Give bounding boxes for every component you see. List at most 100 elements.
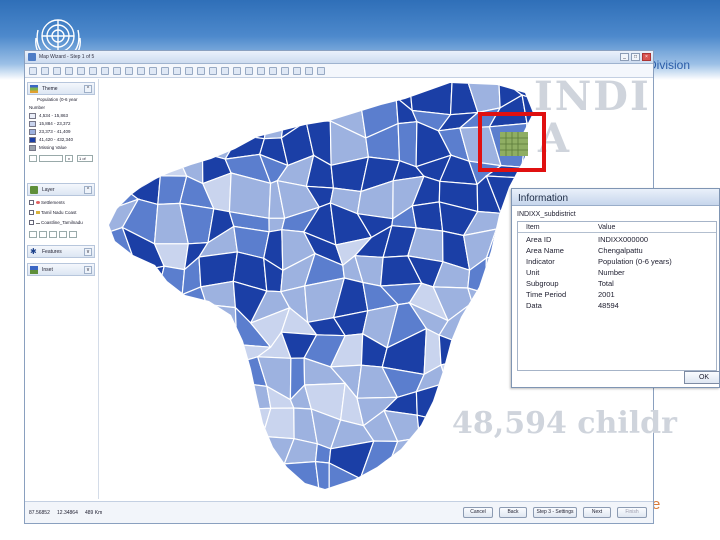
info-tool-button[interactable]: [89, 67, 97, 75]
zoom-in-button[interactable]: [41, 67, 49, 75]
district-area[interactable]: [593, 494, 633, 500]
back-button[interactable]: Back: [499, 507, 527, 518]
label-tool-button[interactable]: [101, 67, 109, 75]
finish-button[interactable]: Finish: [617, 507, 647, 518]
district-area[interactable]: [234, 487, 265, 500]
district-area[interactable]: [153, 284, 184, 317]
district-area[interactable]: [200, 357, 231, 403]
district-area[interactable]: [132, 98, 151, 138]
inset-expand-icon[interactable]: v: [84, 266, 92, 274]
district-area[interactable]: [151, 458, 190, 496]
features-expand-icon[interactable]: v: [84, 248, 92, 256]
district-area[interactable]: [415, 472, 454, 499]
district-area[interactable]: [643, 466, 654, 499]
district-area[interactable]: [438, 334, 477, 366]
district-area[interactable]: [279, 497, 320, 499]
district-area[interactable]: [625, 463, 643, 499]
district-area[interactable]: [434, 485, 469, 499]
scale-button[interactable]: [173, 67, 181, 75]
district-area[interactable]: [467, 440, 505, 480]
district-area[interactable]: [127, 357, 168, 397]
border-button[interactable]: [197, 67, 205, 75]
north-arrow-button[interactable]: [185, 67, 193, 75]
district-area[interactable]: [150, 379, 181, 428]
cancel-button[interactable]: Cancel: [463, 507, 493, 518]
district-area[interactable]: [545, 489, 583, 499]
district-area[interactable]: [202, 487, 246, 500]
district-area[interactable]: [524, 471, 544, 499]
theme-index-field[interactable]: 1 of: [77, 155, 93, 162]
district-area[interactable]: [303, 497, 345, 499]
layer-checkbox[interactable]: [29, 210, 34, 215]
district-area[interactable]: [131, 483, 166, 499]
district-area[interactable]: [148, 79, 184, 100]
refresh-button[interactable]: [269, 67, 277, 75]
save-map-button[interactable]: [125, 67, 133, 75]
information-titlebar[interactable]: Information: [512, 189, 719, 206]
district-area[interactable]: [572, 466, 608, 494]
district-area[interactable]: [136, 265, 166, 287]
print-button[interactable]: [137, 67, 145, 75]
district-area[interactable]: [440, 356, 475, 385]
district-area[interactable]: [470, 331, 505, 367]
district-area[interactable]: [105, 79, 138, 109]
district-area[interactable]: [234, 462, 265, 499]
district-area[interactable]: [205, 303, 238, 346]
district-area[interactable]: [238, 100, 272, 140]
layer-up-button[interactable]: [29, 231, 37, 238]
district-area[interactable]: [471, 301, 502, 351]
district-area[interactable]: [105, 129, 134, 161]
district-area[interactable]: [176, 486, 210, 499]
district-area[interactable]: [437, 435, 470, 480]
district-area[interactable]: [254, 463, 286, 499]
district-area[interactable]: [122, 79, 157, 110]
legend-row[interactable]: 23,373 - 41,409: [29, 129, 89, 135]
theme-dropdown-icon[interactable]: v: [65, 155, 73, 162]
district-area[interactable]: [492, 451, 527, 474]
window-titlebar[interactable]: Map Wizard - Step 1 of 5 _ □ ×: [25, 51, 653, 64]
layer-item[interactable]: Settlements: [29, 200, 95, 207]
district-area[interactable]: [314, 460, 330, 498]
district-area[interactable]: [200, 343, 238, 366]
district-area[interactable]: [105, 356, 137, 400]
district-area[interactable]: [626, 497, 646, 499]
district-area[interactable]: [238, 435, 264, 471]
district-area[interactable]: [644, 485, 655, 499]
layer-checkbox[interactable]: [29, 220, 34, 225]
layer-add-button[interactable]: [49, 231, 57, 238]
district-area[interactable]: [173, 393, 220, 426]
district-area[interactable]: [173, 123, 204, 154]
layer-item[interactable]: Tamil Nadu Coast: [29, 210, 95, 217]
district-area[interactable]: [211, 408, 243, 444]
pan-button[interactable]: [77, 67, 85, 75]
district-area[interactable]: [228, 381, 272, 411]
district-area[interactable]: [329, 490, 358, 499]
district-area[interactable]: [305, 102, 340, 123]
district-area[interactable]: [105, 394, 137, 413]
district-area[interactable]: [229, 79, 272, 109]
district-area[interactable]: [105, 281, 138, 320]
district-area[interactable]: [174, 334, 210, 359]
export-button[interactable]: [257, 67, 265, 75]
district-area[interactable]: [105, 438, 135, 473]
district-area[interactable]: [132, 379, 169, 428]
zoom-out-button[interactable]: [53, 67, 61, 75]
district-area[interactable]: [179, 414, 218, 444]
theme-collapse-icon[interactable]: ^: [84, 85, 92, 93]
district-area[interactable]: [132, 405, 164, 449]
layer-down-button[interactable]: [39, 231, 47, 238]
theme-slider[interactable]: [39, 155, 63, 162]
district-area[interactable]: [158, 265, 186, 296]
district-area[interactable]: [263, 79, 288, 106]
area-label-button[interactable]: [209, 67, 217, 75]
district-area[interactable]: [131, 281, 161, 317]
district-area[interactable]: [397, 121, 418, 168]
district-area[interactable]: [105, 468, 142, 499]
district-area[interactable]: [148, 95, 192, 138]
district-area[interactable]: [154, 486, 191, 499]
ok-button[interactable]: OK: [684, 371, 719, 384]
district-area[interactable]: [131, 458, 157, 496]
district-area[interactable]: [466, 287, 486, 308]
select-tool-button[interactable]: [29, 67, 37, 75]
inset-section-header[interactable]: Inset v: [27, 263, 95, 276]
